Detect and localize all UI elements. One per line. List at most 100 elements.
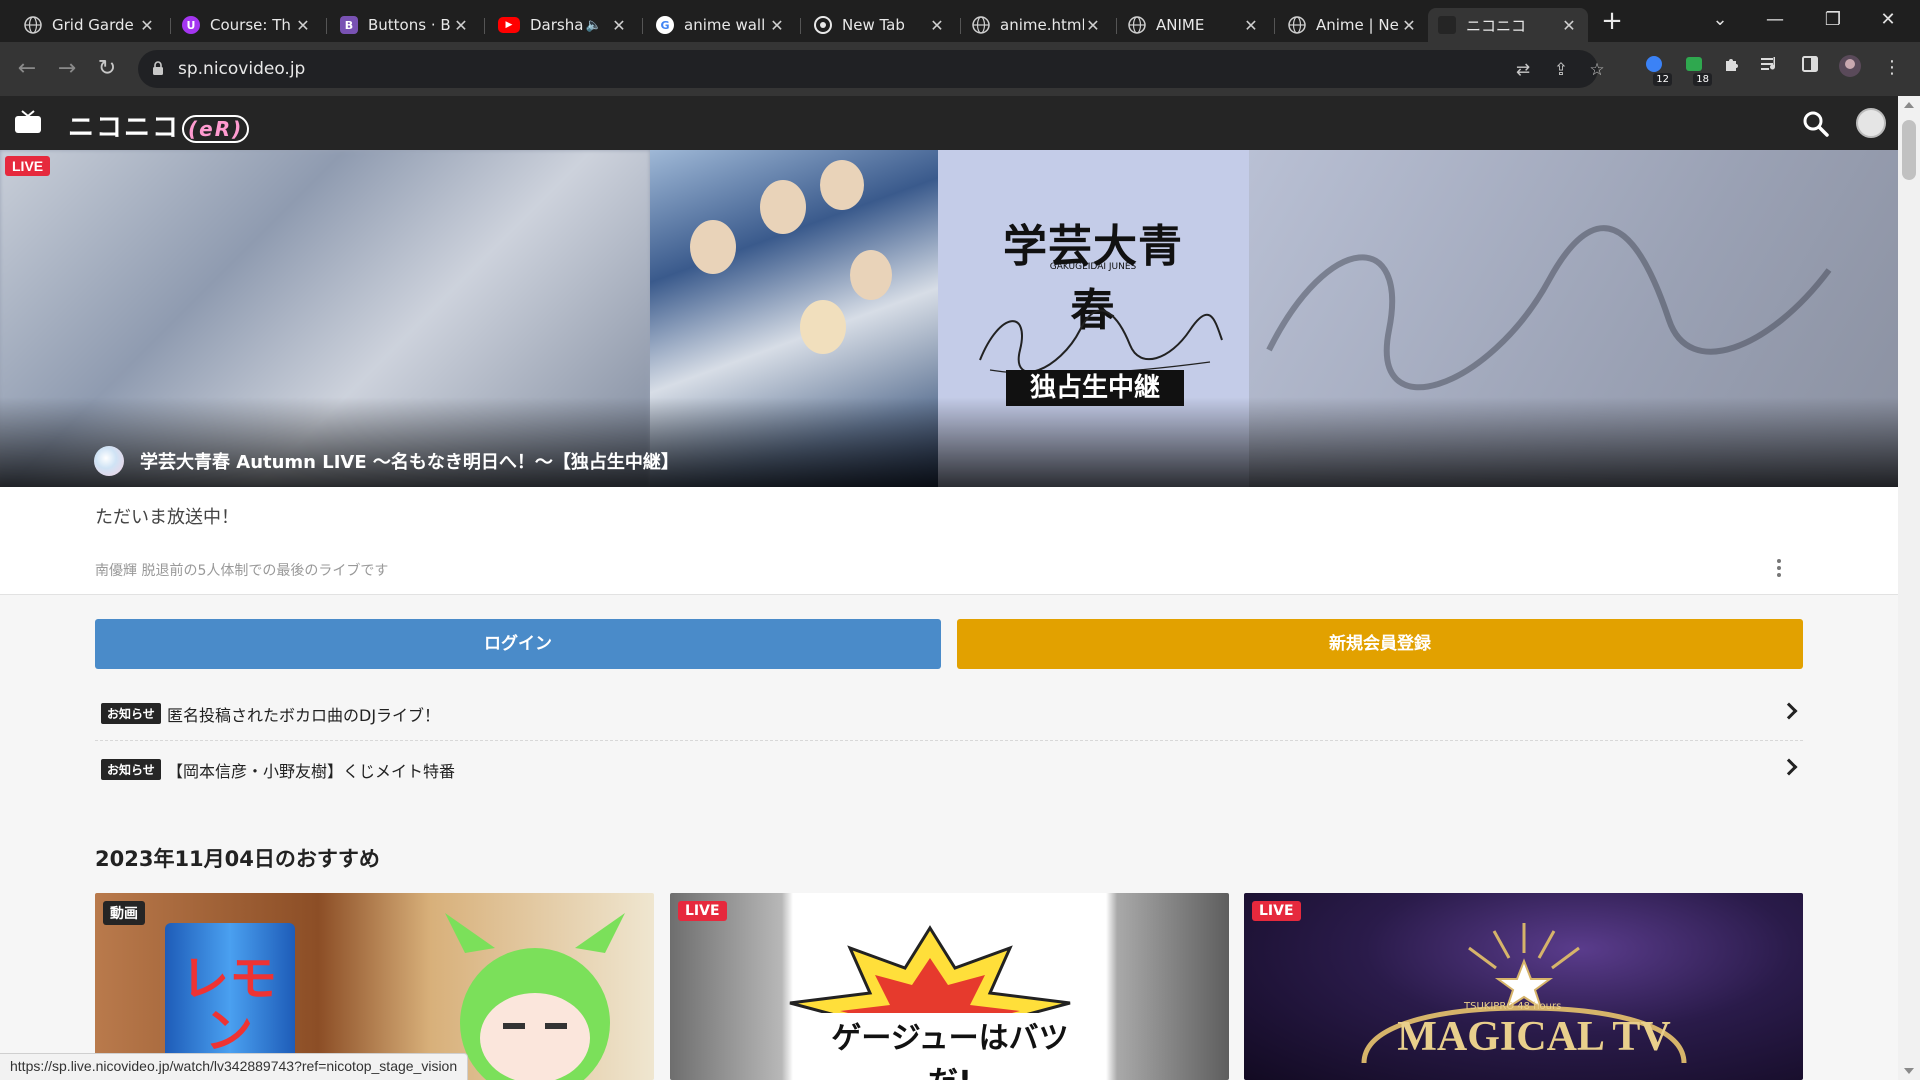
news-text[interactable]: 【岡本信彦・小野友樹】くじメイト特番 — [167, 758, 455, 782]
restore-button[interactable]: ❐ — [1813, 6, 1853, 34]
back-button[interactable]: ← — [12, 54, 42, 84]
minimize-button[interactable]: — — [1755, 6, 1795, 34]
tab-close-icon[interactable]: ✕ — [452, 16, 470, 35]
can-label: レモン — [180, 951, 277, 1059]
tab-separator — [642, 18, 643, 34]
audio-playing-icon[interactable]: 🔈 — [586, 18, 602, 33]
hero-art-sub: GAKUGEIDAI JUNES — [1049, 262, 1137, 272]
extension-badge: 18 — [1693, 73, 1712, 86]
recommend-card[interactable]: MAGICAL TV TSUKIPRO 48 hours LIVE — [1244, 893, 1803, 1080]
more-options-icon[interactable] — [1775, 559, 1783, 581]
webpage: ニコニコ (eR) 学芸大青春 GAKUGEIDAI JUNES 独占生中継 L… — [0, 96, 1898, 1080]
bookmark-star-icon[interactable]: ☆ — [1586, 59, 1608, 81]
tab-title: New Tab — [842, 16, 905, 34]
translate-icon[interactable]: ⇄ — [1512, 59, 1534, 81]
new-tab-button[interactable]: + — [1600, 8, 1624, 36]
tab-separator — [170, 18, 171, 34]
tab[interactable]: ANIME ✕ — [1118, 8, 1270, 42]
hero-title[interactable]: 学芸大青春 Autumn LIVE ～名もなき明日へ！～【独占生中継】 — [140, 448, 679, 474]
tab-title: ニコニコ — [1466, 16, 1527, 35]
card-tag: 動画 — [103, 901, 145, 925]
youtube-icon: ▶ — [498, 17, 520, 33]
tab[interactable]: Anime | Ne ✕ — [1278, 8, 1428, 42]
tab[interactable]: U Course: Th ✕ — [172, 8, 322, 42]
recommend-card[interactable]: ゲージューはバツだ! LIVE — [670, 893, 1229, 1080]
channel-icon[interactable] — [94, 446, 124, 476]
tab-close-icon[interactable]: ✕ — [928, 16, 946, 35]
extension-blue-icon[interactable]: 12 — [1640, 54, 1672, 86]
tv-menu-icon[interactable] — [14, 110, 42, 134]
tab[interactable]: Grid Garde ✕ — [14, 8, 166, 42]
tab-search-dropdown-icon[interactable]: ⌄ — [1700, 6, 1740, 34]
link-status-bar: https://sp.live.nicovideo.jp/watch/lv342… — [0, 1053, 469, 1080]
search-icon[interactable] — [1802, 110, 1830, 138]
signup-button[interactable]: 新規会員登録 — [957, 619, 1803, 669]
tab-close-icon[interactable]: ✕ — [610, 16, 628, 35]
card-tag: LIVE — [678, 901, 727, 921]
tab-title: anime.html — [1000, 16, 1084, 34]
card-logo-text: MAGICAL TV — [1397, 1014, 1671, 1060]
hero-description: ただいま放送中！ 南優輝 脱退前の5人体制での最後のライブです — [0, 487, 1898, 595]
tab[interactable]: ▶ Darsha 🔈 ✕ — [488, 8, 638, 42]
tab-title: anime wall — [684, 16, 766, 34]
reload-button[interactable]: ↻ — [92, 54, 122, 84]
card-logo-sub: TSUKIPRO 48 hours — [1464, 1001, 1562, 1012]
tab-active[interactable]: ニコニコ ✕ — [1428, 8, 1588, 42]
media-control-icon[interactable] — [1756, 54, 1784, 82]
extension-green-icon[interactable]: 18 — [1680, 54, 1712, 86]
page-scrollbar[interactable] — [1898, 96, 1920, 1080]
bootstrap-icon: B — [340, 16, 358, 34]
chrome-icon — [814, 16, 832, 34]
tab-separator — [960, 18, 961, 34]
globe-icon — [1288, 16, 1306, 34]
puzzle-extensions-icon[interactable] — [1718, 54, 1746, 82]
lock-icon[interactable] — [152, 60, 164, 76]
tab-close-icon[interactable]: ✕ — [1242, 16, 1260, 35]
login-button[interactable]: ログイン — [95, 619, 941, 669]
niconico-logo[interactable]: ニコニコ (eR) — [68, 107, 250, 144]
news-text[interactable]: 匿名投稿されたボカロ曲のDJライブ！ — [167, 702, 440, 726]
user-avatar[interactable] — [1856, 108, 1886, 138]
chevron-right-icon[interactable] — [1780, 702, 1798, 720]
recommend-title: 2023年11月04日のおすすめ — [95, 847, 380, 871]
scroll-thumb[interactable] — [1902, 120, 1916, 180]
tab[interactable]: G anime wall ✕ — [646, 8, 796, 42]
card-character-art — [445, 913, 625, 1080]
tab-close-icon[interactable]: ✕ — [1560, 16, 1578, 35]
udemy-icon: U — [182, 16, 200, 34]
tab-close-icon[interactable]: ✕ — [1400, 16, 1418, 35]
tab-close-icon[interactable]: ✕ — [768, 16, 786, 35]
tab[interactable]: B Buttons · B ✕ — [330, 8, 480, 42]
url-text[interactable]: sp.nicovideo.jp — [178, 59, 305, 79]
tab-close-icon[interactable]: ✕ — [1084, 16, 1102, 35]
globe-icon — [1128, 16, 1146, 34]
tab[interactable]: anime.html ✕ — [962, 8, 1112, 42]
tab-separator — [1274, 18, 1275, 34]
globe-icon — [24, 16, 42, 34]
globe-icon — [972, 16, 990, 34]
niconico-icon — [1438, 16, 1456, 34]
tab[interactable]: New Tab ✕ — [804, 8, 956, 42]
recommend-card[interactable]: レモン 動画 — [95, 893, 654, 1080]
share-icon[interactable]: ⇪ — [1550, 59, 1572, 81]
news-item[interactable]: お知らせ 【岡本信彦・小野友樹】くじメイト特番 — [95, 741, 1803, 797]
scroll-down-icon[interactable] — [1904, 1068, 1914, 1074]
hero-stage[interactable]: 学芸大青春 GAKUGEIDAI JUNES 独占生中継 LIVE 学芸大青春 … — [0, 150, 1898, 487]
news-item[interactable]: お知らせ 匿名投稿されたボカロ曲のDJライブ！ — [95, 685, 1803, 741]
scroll-up-icon[interactable] — [1904, 102, 1914, 108]
tab-close-icon[interactable]: ✕ — [138, 16, 156, 35]
close-window-button[interactable]: ✕ — [1868, 6, 1908, 34]
site-header: ニコニコ (eR) — [0, 96, 1898, 150]
news-tag: お知らせ — [101, 703, 161, 724]
on-air-text: ただいま放送中！ — [95, 507, 239, 528]
card-tag: LIVE — [1252, 901, 1301, 921]
profile-avatar-icon[interactable] — [1836, 54, 1864, 82]
tab-close-icon[interactable]: ✕ — [294, 16, 312, 35]
chevron-right-icon[interactable] — [1780, 758, 1798, 776]
extension-badge: 12 — [1653, 73, 1672, 86]
side-panel-icon[interactable] — [1796, 54, 1824, 82]
forward-button[interactable]: → — [52, 54, 82, 84]
address-bar[interactable]: sp.nicovideo.jp ⇄ ⇪ ☆ — [138, 50, 1605, 88]
menu-kebab-icon[interactable]: ⋮ — [1878, 54, 1906, 82]
program-description: 南優輝 脱退前の5人体制での最後のライブです — [95, 563, 389, 579]
